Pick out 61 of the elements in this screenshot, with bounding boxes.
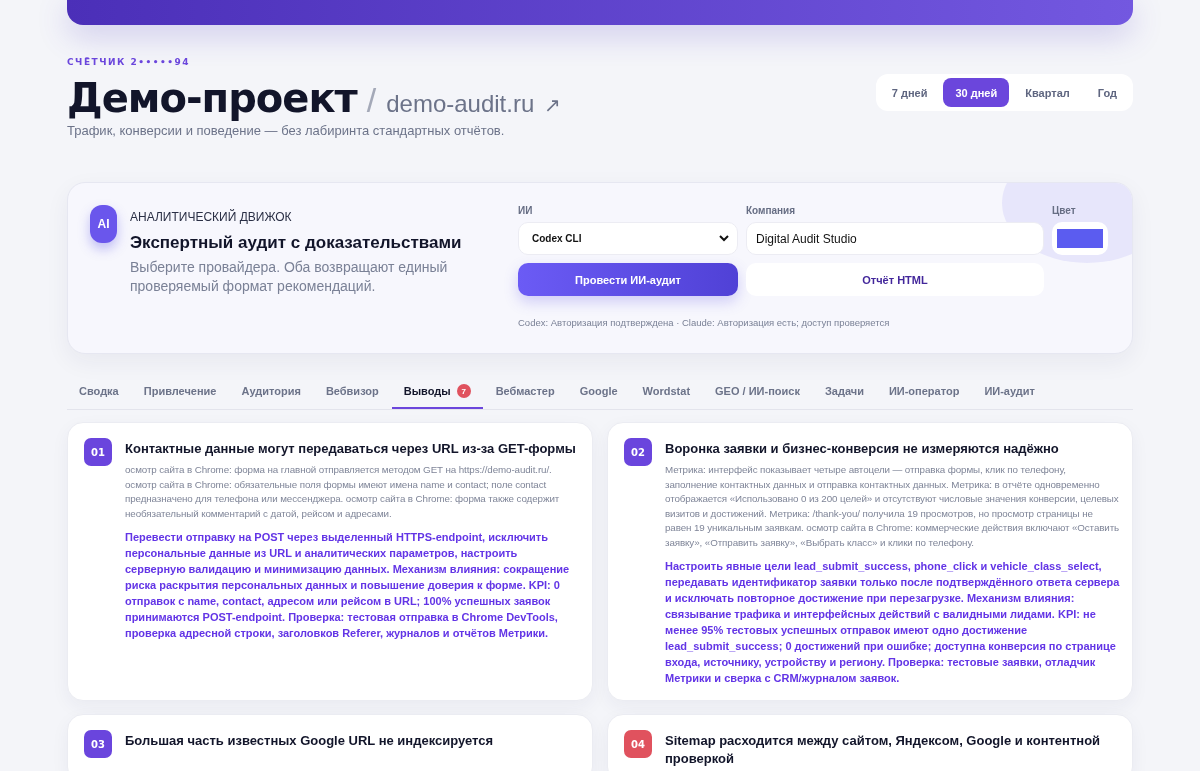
tab-label: Задачи: [824, 385, 864, 397]
counter-label: СЧЁТЧИК 2•••••94: [67, 57, 191, 67]
nav-tab[interactable]: Google: [567, 376, 630, 409]
run-audit-button[interactable]: Провести ИИ-аудит: [518, 263, 738, 296]
nav-tab[interactable]: Аудитория: [229, 376, 313, 409]
tab-label: Google: [579, 385, 618, 397]
nav-tab[interactable]: GEO / ИИ-поиск: [703, 376, 812, 409]
chevron-icon: [719, 235, 729, 242]
nav-tab[interactable]: Сводка: [67, 376, 131, 409]
tab-label: Wordstat: [642, 385, 691, 397]
nav-tab[interactable]: Wordstat: [630, 376, 703, 409]
period-button[interactable]: Год: [1085, 78, 1129, 107]
tab-label: ИИ-оператор: [888, 385, 960, 397]
project-title: Демо-проект: [67, 75, 357, 121]
color-picker[interactable]: [1052, 222, 1108, 255]
field-label: ИИ: [518, 205, 534, 216]
evidence-text: Метрика: интерфейс показывает четыре автоцели — отправка формы, клик по телефону, заполнение контактных данных и отправка контактных данных. Метрика: в отчёте одновременно отображается «Использовано 0 из 200 целей» и отсутствуют числовые значения конверсии, целевых визитов и достижений. Метрика: /thank-you/ получила 19 просмотров, но просмотр страницы не равен 19 уникальным заявкам. осмотр сайта в Chrome: коммерческие действия включают «Оставить заявку», «Отправить заявку», «Выбрать класс» и клики по телефону.: [665, 463, 1120, 550]
panel-description: Выберите провайдера. Оба возвращают единый проверяемый формат рекомендаций.: [130, 258, 449, 296]
title-separator: /: [366, 81, 377, 120]
recommendation-text: Настроить явные цели lead_submit_success, phone_click и vehicle_class_select, передавать идентификатор заявки только после подтверждённого ответа сервера и исключать повторное достижение при перезагрузке. Механизм влияния: связывание трафика и интерфейсных действий с валидными лидами. KPI: не менее 95% тестовых успешных отправок имеют одно достижение lead_submit_success; 0 достижений при ошибке; доступна конверсия по странице входа, источнику, устройству и региону. Проверка: тестовые заявки, отладчик Метрики и сверка с CRM/журналом заявок.: [665, 559, 1120, 686]
finding-title: Sitemap расходится между сайтом, Яндексом, Google и контентной проверкой: [665, 732, 1102, 768]
number-badge: 03: [84, 730, 112, 758]
company-field[interactable]: Digital Audit Studio: [746, 222, 1044, 255]
finding-title: Контактные данные могут передаваться через URL из-за GET-формы: [125, 440, 577, 458]
nav-tab[interactable]: ИИ-оператор: [876, 376, 972, 409]
tab-label: Вебвизор: [325, 385, 379, 397]
count-badge: 7: [456, 384, 471, 398]
tab-label: Выводы: [403, 385, 451, 397]
tab-label: Вебмастер: [495, 385, 555, 397]
domain-label: demo-audit.ru: [386, 90, 535, 118]
html-report-button[interactable]: Отчёт HTML: [746, 263, 1044, 296]
nav-tab[interactable]: Вебмастер: [483, 376, 567, 409]
finding-title: Воронка заявки и бизнес-конверсия не измеряются надёжно: [665, 440, 1060, 458]
external-link[interactable]: ↗: [544, 93, 562, 117]
number-badge: 02: [624, 438, 652, 466]
period-button[interactable]: 7 дней: [879, 78, 940, 107]
auth-status: Codex: Авторизация подтверждена · Claude: Авторизация есть; доступ проверяется: [518, 317, 891, 328]
tab-label: ИИ-аудит: [984, 385, 1035, 397]
nav-tab[interactable]: Привлечение: [131, 376, 229, 409]
period-button[interactable]: Квартал: [1013, 78, 1082, 107]
panel-title: Экспертный аудит с доказательствами: [130, 233, 462, 253]
nav-tab[interactable]: Выводы 7: [391, 376, 483, 409]
field-label: Компания: [746, 205, 797, 216]
period-button[interactable]: 30 дней: [943, 78, 1010, 107]
finding-title: Большая часть известных Google URL не индексируется: [125, 732, 494, 750]
nav-tab[interactable]: Задачи: [812, 376, 876, 409]
nav-tab[interactable]: Вебвизор: [313, 376, 391, 409]
panel-eyebrow: АНАЛИТИЧЕСКИЙ ДВИЖОК: [130, 210, 293, 224]
tab-label: Привлечение: [143, 385, 217, 397]
number-badge: 04: [624, 730, 652, 758]
nav-tab[interactable]: ИИ-аудит: [972, 376, 1047, 409]
page-subtitle: Трафик, конверсии и поведение — без лабиринта стандартных отчётов.: [67, 123, 506, 138]
field-label: Цвет: [1052, 205, 1077, 216]
number-badge: 01: [84, 438, 112, 466]
tab-label: Аудитория: [241, 385, 301, 397]
evidence-text: осмотр сайта в Chrome: форма на главной отправляется методом GET на https://demo-audit.ru/. осмотр сайта в Chrome: обязательные поля формы имеют имена name и contact; поле contact предназначено для телефона или мессенджера. осмотр сайта в Chrome: форма также содержит необязательный комментарий с датой, рейсом и адресами.: [125, 463, 561, 521]
tab-label: GEO / ИИ-поиск: [715, 385, 800, 397]
provider-select[interactable]: Codex CLI: [518, 222, 738, 255]
ai-badge: AI: [90, 205, 117, 243]
recommendation-text: Перевести отправку на POST через выделенный HTTPS-endpoint, исключить персональные данные из URL и аналитических параметров, настроить серверную валидацию и минимизацию данных. Механизм влияния: сокращение риска раскрытия персональных данных и повышение доверия к форме. KPI: 0 отправок с name, contact, адресом или рейсом в URL; 100% успешных заявок принимаются POST-endpoint. Проверка: тестовая отправка в Chrome DevTools, проверка адресной строки, заголовков Referer, журналов и отчётов Метрики.: [125, 530, 571, 641]
tab-label: Сводка: [79, 385, 119, 397]
